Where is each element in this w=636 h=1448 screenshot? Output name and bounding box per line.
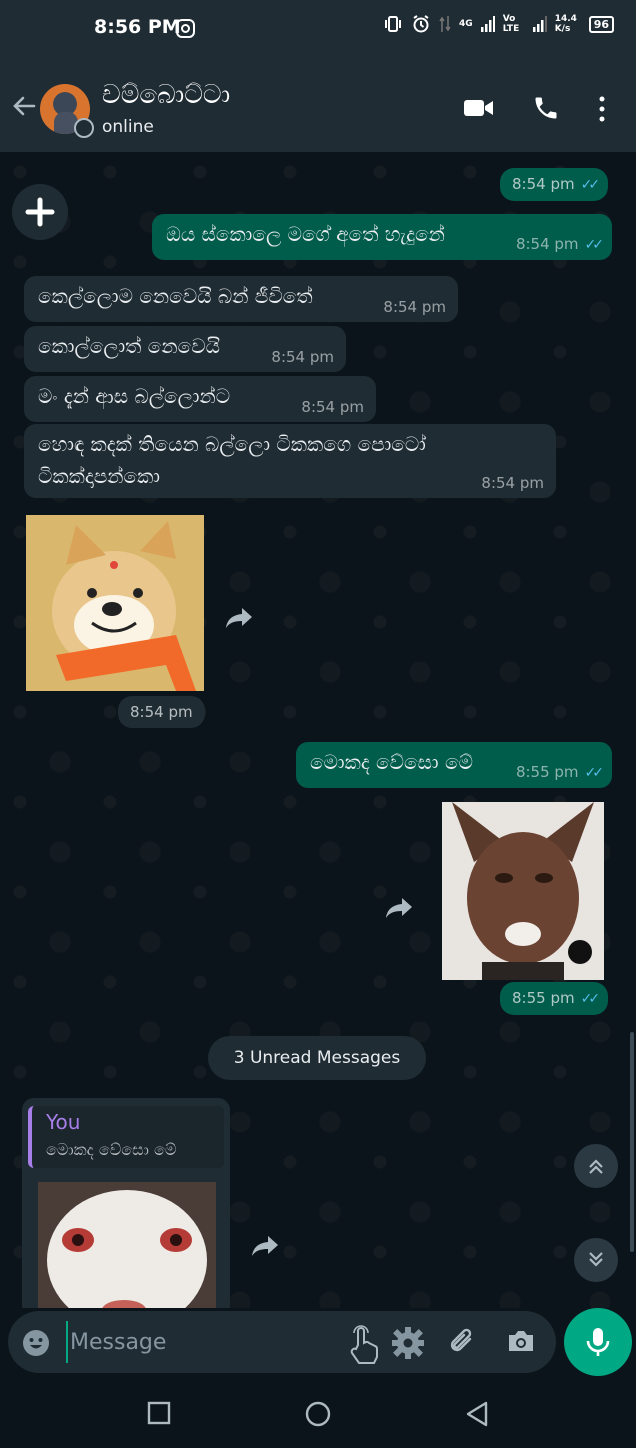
message-bubble-in[interactable]: කොල්ලොත් නෙවෙයි 8:54 pm	[24, 326, 346, 372]
touch-gesture-icon[interactable]	[344, 1323, 382, 1365]
quoted-message[interactable]: You මොකද වේසො මේ	[28, 1106, 224, 1168]
data-arrows-icon	[439, 16, 451, 32]
status-timer-icon	[74, 118, 94, 138]
chat-area[interactable]: 8:54 pm ✓✓ ඔය ස්කොලෙ මගේ අතේ හැදුනේ 8:54 …	[0, 152, 636, 1308]
scroll-up-button[interactable]	[574, 1144, 618, 1188]
message-text: කෙල්ලොම නෙවෙයි බන් ජීවිතේ	[38, 284, 313, 308]
contact-name[interactable]: චම්බොට්ටා	[102, 80, 230, 111]
doge-image	[26, 515, 204, 691]
home-icon[interactable]	[304, 1400, 332, 1428]
gear-icon[interactable]	[390, 1325, 426, 1361]
back-arrow-icon[interactable]	[8, 90, 40, 122]
message-bubble-out[interactable]: ඔය ස්කොලෙ මගේ අතේ හැදුනේ 8:54 pm ✓✓	[152, 214, 612, 260]
scrollbar[interactable]	[630, 1032, 634, 1252]
quote-author: You	[46, 1110, 81, 1134]
read-ticks-icon: ✓✓	[584, 237, 605, 253]
double-chevron-up-icon	[589, 1159, 603, 1174]
message-bubble-in[interactable]: හොඳ කදක් තියෙන බල්ලො ටිකකගෙ පොටෝ ටිකක්දා…	[24, 424, 556, 498]
speed-label: 14.4 K/s	[554, 14, 577, 34]
image-message-out[interactable]	[442, 802, 604, 980]
double-chevron-down-icon	[589, 1252, 603, 1267]
message-time: 8:54 pm	[118, 696, 205, 728]
message-text: හොඳ කදක් තියෙන බල්ලො ටිකකගෙ පොටෝ ටිකක්දා…	[38, 432, 426, 488]
add-button[interactable]	[12, 184, 68, 240]
masked-face-image	[38, 1182, 216, 1308]
camera-icon[interactable]	[506, 1327, 536, 1355]
forward-icon[interactable]	[384, 896, 414, 920]
message-bubble-in[interactable]: කෙල්ලොම නෙවෙයි බන් ජීවිතේ 8:54 pm	[24, 276, 458, 322]
read-ticks-icon: ✓✓	[580, 991, 601, 1007]
message-time: 8:54 pm	[301, 398, 364, 416]
system-nav-bar	[0, 1380, 636, 1448]
battery-icon: 96	[588, 15, 614, 33]
reply-image[interactable]	[38, 1182, 216, 1308]
forward-icon[interactable]	[224, 606, 254, 630]
read-ticks-icon: ✓✓	[584, 765, 605, 781]
image-message-in[interactable]	[26, 515, 204, 691]
network-4g: 4G	[459, 19, 473, 29]
message-time: 8:54 pm	[383, 298, 446, 316]
message-time: 8:54 pm ✓✓	[515, 235, 605, 253]
video-call-icon[interactable]	[464, 98, 494, 118]
read-ticks-icon: ✓✓	[580, 177, 601, 193]
message-text: මොකද වේසො මේ	[310, 750, 473, 774]
quote-text: මොකද වේසො මේ	[46, 1140, 177, 1159]
message-bubble-in[interactable]: මං දැන් ආස බල්ලොන්ට 8:54 pm	[24, 376, 376, 422]
mic-icon	[586, 1328, 610, 1356]
message-input[interactable]	[66, 1321, 336, 1363]
message-time: 8:54 pm ✓✓	[500, 168, 609, 201]
message-text: කොල්ලොත් නෙවෙයි	[38, 334, 220, 358]
recents-icon[interactable]	[146, 1400, 172, 1426]
message-input-container	[8, 1311, 556, 1373]
message-bubble-out[interactable]: මොකද වේසො මේ 8:55 pm ✓✓	[296, 742, 612, 788]
signal-icon-2	[532, 16, 547, 32]
more-options-icon[interactable]	[598, 96, 606, 122]
back-nav-icon[interactable]	[464, 1400, 490, 1428]
message-time: 8:54 pm	[481, 474, 544, 492]
emoji-icon[interactable]	[22, 1329, 50, 1357]
message-text: මං දැන් ආස බල්ලොන්ට	[38, 384, 231, 408]
reply-message-in[interactable]: You මොකද වේසො මේ	[22, 1098, 230, 1308]
instagram-icon	[176, 19, 195, 38]
message-time: 8:55 pm ✓✓	[515, 763, 605, 781]
forward-icon[interactable]	[250, 1234, 280, 1258]
message-text: ඔය ස්කොලෙ මගේ අතේ හැදුනේ	[166, 222, 445, 246]
plus-icon	[25, 197, 55, 227]
dog-ears-face-image	[442, 802, 604, 980]
composer	[0, 1308, 636, 1380]
scroll-down-button[interactable]	[574, 1238, 618, 1282]
message-time: 8:55 pm ✓✓	[500, 982, 609, 1015]
status-icons: 4G Vo LTE 14.4 K/s 96	[383, 14, 614, 34]
signal-icon-1	[480, 16, 495, 32]
unread-messages-divider: 3 Unread Messages	[208, 1036, 426, 1080]
voice-record-button[interactable]	[564, 1308, 632, 1376]
status-time: 8:56 PM	[94, 16, 181, 38]
message-time: 8:54 pm	[271, 348, 334, 366]
alarm-icon	[413, 15, 429, 33]
chat-header: චම්බොට්ටා online	[0, 58, 636, 152]
vibrate-icon	[385, 16, 402, 32]
volte-label: Vo LTE	[502, 14, 520, 34]
attach-icon[interactable]	[448, 1327, 478, 1357]
voice-call-icon[interactable]	[532, 94, 560, 122]
status-bar: 8:56 PM 4G Vo LTE 14.4 K/s 96	[0, 0, 636, 58]
contact-status: online	[102, 117, 154, 137]
